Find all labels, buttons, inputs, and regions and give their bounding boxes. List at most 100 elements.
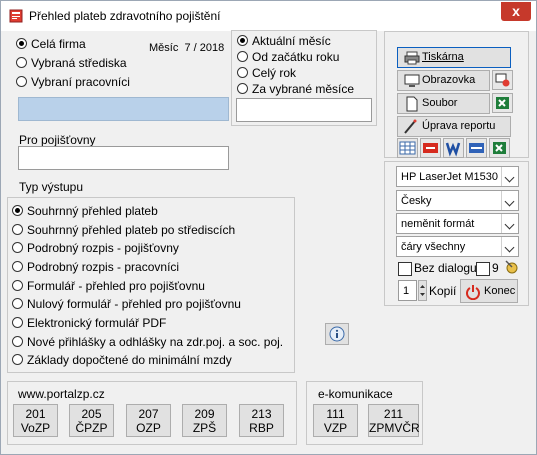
chevron-down-icon[interactable]: [501, 237, 518, 256]
ecomm-label: e-komunikace: [318, 387, 393, 401]
printer-select[interactable]: HP LaserJet M1530: [396, 166, 519, 187]
close-button[interactable]: x: [501, 2, 531, 21]
radio[interactable]: [12, 242, 23, 253]
chevron-down-icon[interactable]: [501, 191, 518, 210]
scope-option-centres[interactable]: Vybraná střediska: [16, 56, 127, 70]
insurer-111-button[interactable]: 111 VZP: [313, 404, 358, 437]
copies-mode-checkbox[interactable]: [476, 262, 490, 276]
report-window: Přehled plateb zdravotního pojištění x C…: [0, 0, 537, 455]
end-button[interactable]: Konec: [460, 279, 518, 303]
ecomm-group: e-komunikace 111 VZP 211 ZPMVČR: [306, 381, 423, 445]
copies-spinner[interactable]: [418, 280, 427, 301]
file-icon: [406, 96, 418, 112]
scope-option-label: Vybraní pracovníci: [31, 75, 130, 89]
output-type-label: Typ výstupu: [19, 180, 84, 194]
radio-selected[interactable]: [237, 35, 248, 46]
insurer-213-button[interactable]: 213 RBP: [239, 404, 284, 437]
scope-option-whole-company[interactable]: Celá firma: [16, 37, 86, 51]
radio[interactable]: [16, 76, 27, 87]
selection-field[interactable]: [18, 97, 229, 121]
info-button[interactable]: [325, 323, 349, 345]
chevron-down-icon[interactable]: [501, 214, 518, 233]
period-option-current[interactable]: Aktuální měsíc: [237, 34, 331, 48]
printer-button[interactable]: Tiskárna: [397, 47, 511, 68]
preview-icon: [495, 73, 510, 87]
export-pdf-button[interactable]: [420, 138, 441, 158]
insurer-201-button[interactable]: 201 VoZP: [13, 404, 58, 437]
app-icon: [9, 9, 23, 23]
no-dialog-label: Bez dialogu: [414, 261, 477, 275]
table-icon: [399, 141, 416, 155]
edit-report-button[interactable]: Úprava reportu: [397, 116, 511, 137]
output-option[interactable]: Nulový formulář - přehled pro pojišťovnu: [12, 297, 241, 311]
radio[interactable]: [12, 354, 23, 365]
format-select[interactable]: neměnit formát: [396, 213, 519, 234]
preview-settings-button[interactable]: [492, 70, 513, 90]
month-display: Měsíc 7 / 2018: [149, 42, 224, 54]
chevron-down-icon[interactable]: [501, 167, 518, 186]
no-dialog-count: 9: [492, 261, 499, 275]
radio[interactable]: [12, 298, 23, 309]
period-option-year[interactable]: Celý rok: [237, 66, 296, 80]
insurer-207-button[interactable]: 207 OZP: [126, 404, 171, 437]
export-html-button[interactable]: [466, 138, 487, 158]
output-option[interactable]: Souhrnný přehled plateb: [12, 204, 158, 218]
excel-icon: [496, 97, 509, 109]
language-select[interactable]: Česky: [396, 190, 519, 211]
insurer-code: 111: [326, 407, 345, 421]
radio[interactable]: [12, 317, 23, 328]
export-table-button[interactable]: [397, 138, 418, 158]
radio[interactable]: [12, 336, 23, 347]
word-icon: [445, 142, 461, 157]
insurer-code: 205: [81, 407, 102, 421]
copies-input[interactable]: 1: [398, 280, 417, 301]
insurer-205-button[interactable]: 205 ČPZP: [69, 404, 114, 437]
radio[interactable]: [237, 67, 248, 78]
insurer-name: OZP: [136, 421, 161, 435]
months-field[interactable]: [236, 98, 372, 122]
radio[interactable]: [16, 57, 27, 68]
output-option-label: Nulový formulář - přehled pro pojišťovnu: [27, 297, 241, 311]
output-option-label: Formulář - přehled pro pojišťovnu: [27, 279, 205, 293]
insurer-211-button[interactable]: 211 ZPMVČR: [368, 404, 420, 437]
radio[interactable]: [237, 83, 248, 94]
radio-selected[interactable]: [12, 205, 23, 216]
output-option[interactable]: Nové přihlášky a odhlášky na zdr.poj. a …: [12, 335, 283, 349]
output-option[interactable]: Formulář - přehled pro pojišťovnu: [12, 279, 205, 293]
lines-select[interactable]: čáry všechny: [396, 236, 519, 257]
output-option[interactable]: Základy dopočtené do minimální mzdy: [12, 353, 232, 367]
period-option-ytd[interactable]: Od začátku roku: [237, 50, 339, 64]
copies-label: Kopií: [429, 284, 457, 298]
radio[interactable]: [12, 224, 23, 235]
output-option[interactable]: Podrobný rozpis - pracovníci: [12, 260, 179, 274]
export-word-button[interactable]: [443, 138, 464, 158]
printer-select-value: HP LaserJet M1530: [401, 171, 499, 183]
insurer-code: 213: [251, 407, 272, 421]
insurers-input[interactable]: [18, 146, 229, 170]
edit-report-label: Úprava reportu: [422, 120, 496, 132]
scope-option-label: Vybraná střediska: [31, 56, 127, 70]
file-button[interactable]: Soubor: [397, 93, 490, 114]
month-value: 7 / 2018: [184, 42, 225, 54]
no-dialog-checkbox[interactable]: [398, 262, 412, 276]
wizard-icon[interactable]: [504, 259, 520, 278]
insurer-name: VZP: [323, 421, 348, 435]
radio[interactable]: [237, 51, 248, 62]
export-excel-button[interactable]: [489, 138, 510, 158]
scope-option-employees[interactable]: Vybraní pracovníci: [16, 75, 130, 89]
radio[interactable]: [12, 261, 23, 272]
output-option[interactable]: Elektronický formulář PDF: [12, 316, 166, 330]
insurer-code: 201: [25, 407, 46, 421]
insurer-209-button[interactable]: 209 ZPŠ: [182, 404, 227, 437]
output-option-label: Souhrnný přehled plateb po střediscích: [27, 223, 236, 237]
radio[interactable]: [12, 280, 23, 291]
radio-selected[interactable]: [16, 38, 27, 49]
insurer-name: ZPŠ: [192, 421, 217, 435]
period-option-selected-months[interactable]: Za vybrané měsíce: [237, 82, 354, 96]
excel-export-button[interactable]: [492, 93, 513, 113]
output-option[interactable]: Souhrnný přehled plateb po střediscích: [12, 223, 235, 237]
insurer-name: ČPZP: [75, 421, 108, 435]
output-option[interactable]: Podrobný rozpis - pojišťovny: [12, 241, 179, 255]
window-title: Přehled plateb zdravotního pojištění: [29, 9, 221, 23]
screen-button[interactable]: Obrazovka: [397, 70, 490, 91]
